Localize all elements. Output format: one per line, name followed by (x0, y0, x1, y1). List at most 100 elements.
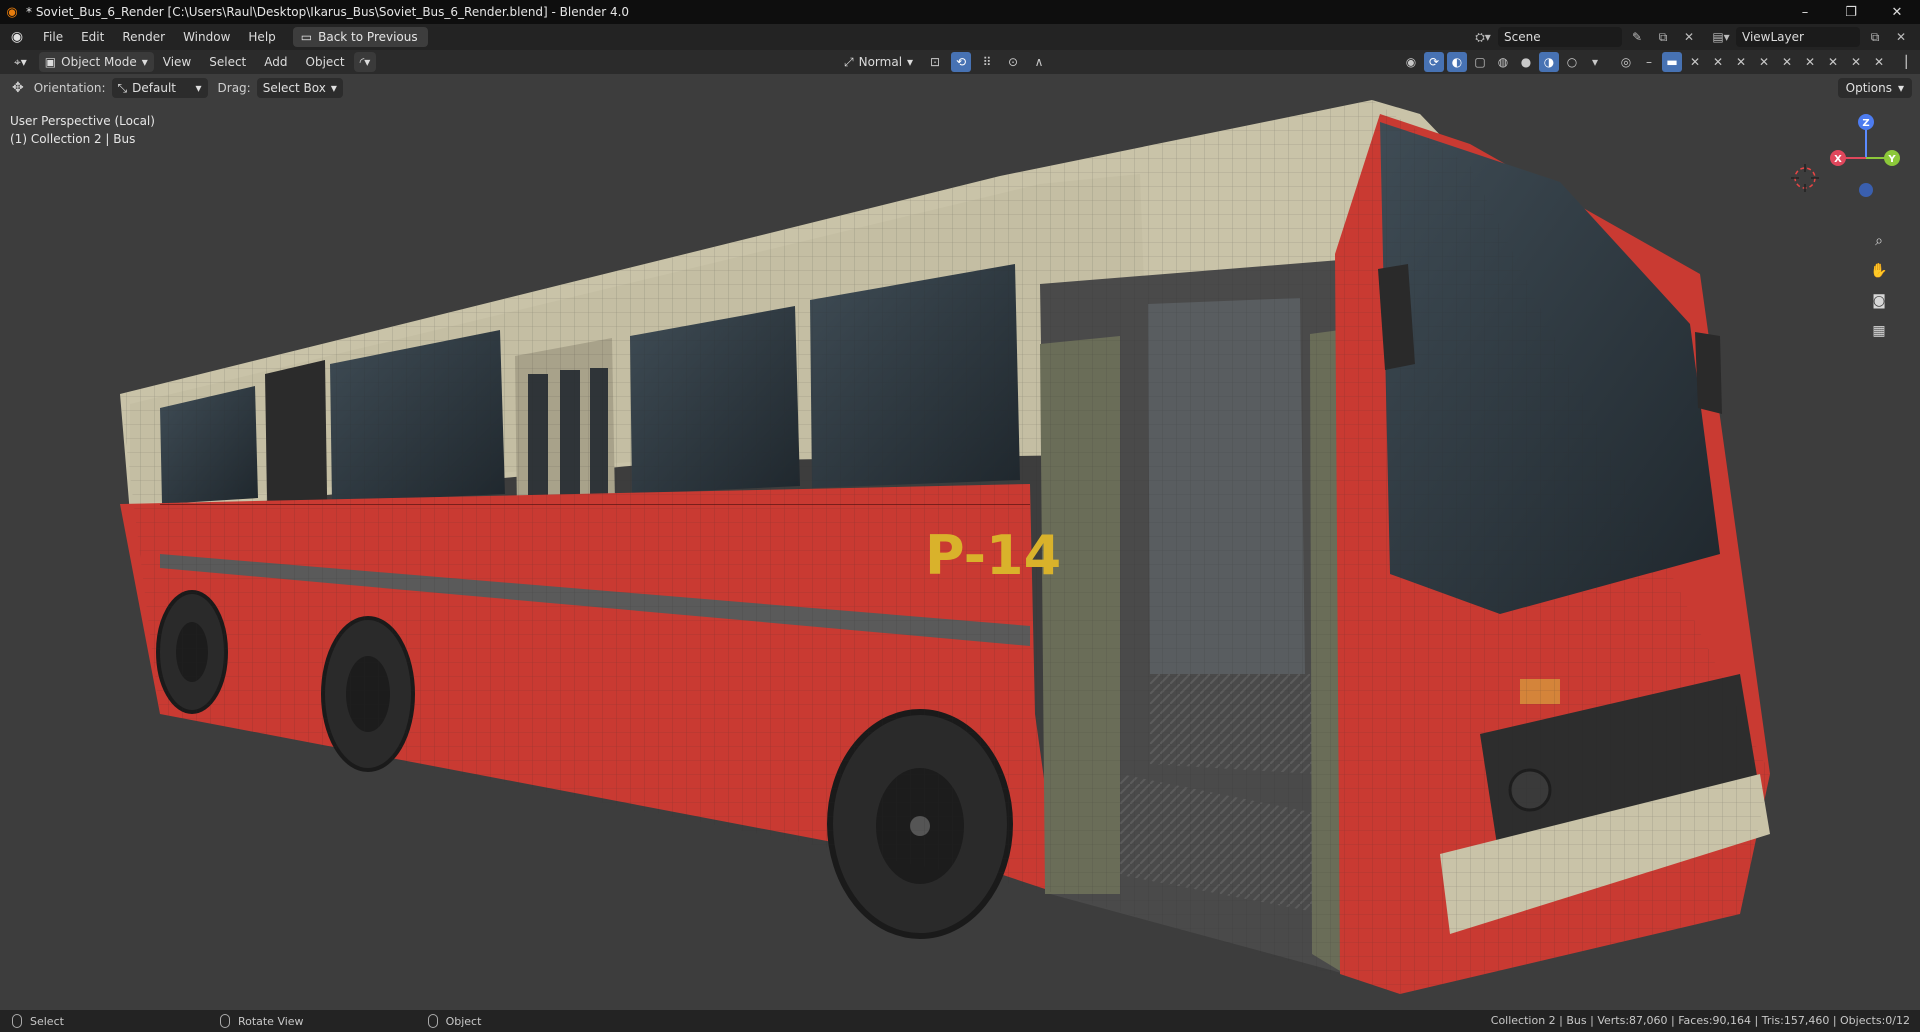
back-to-previous-button[interactable]: ▭ Back to Previous (292, 27, 428, 47)
chevron-down-icon: ▾ (141, 55, 148, 69)
viewport-info-overlay: User Perspective (Local) (1) Collection … (10, 112, 155, 148)
object-mode-dropdown[interactable]: ▣ Object Mode ▾ (38, 52, 154, 72)
pan-hand-icon[interactable]: ✋ (1866, 258, 1892, 284)
orientation-label: Orientation: (33, 81, 106, 95)
drag-label: Drag: (217, 81, 251, 95)
object-mode-icon: ▣ (44, 55, 57, 69)
x-axis-icon[interactable]: ✕ (1685, 52, 1705, 72)
shading-options-icon[interactable]: ▾ (1585, 52, 1605, 72)
menu-add[interactable]: Add (255, 55, 296, 69)
editor-type-dropdown[interactable]: ⌖▾ (8, 52, 33, 72)
blender-menu-icon[interactable]: ◉ (0, 29, 34, 45)
material-shading-icon[interactable]: ◑ (1539, 52, 1559, 72)
3d-cursor-icon (1791, 164, 1819, 192)
view-layer-text: ViewLayer (1742, 30, 1804, 44)
menu-window[interactable]: Window (174, 24, 239, 50)
mouse-left-icon (12, 1014, 22, 1028)
overlay-toggle-icon[interactable]: ◐ (1447, 52, 1467, 72)
drag-value: Select Box (262, 81, 326, 95)
status-select-label: Select (30, 1014, 64, 1028)
axis-lock-icon[interactable]: ▬ (1662, 52, 1682, 72)
menu-help[interactable]: Help (239, 24, 284, 50)
maximize-button[interactable]: ❐ (1828, 0, 1874, 24)
transform-orientation-dropdown[interactable]: ⤢ Normal ▾ (838, 52, 919, 72)
y-axis-icon[interactable]: ✕ (1731, 52, 1751, 72)
pivot-icon[interactable]: ⊡ (925, 52, 945, 72)
tool-settings-header: ✥ Orientation: ⤡ Default ▾ Drag: Select … (0, 76, 1920, 100)
3d-viewport[interactable]: P-14 User Perspective (Local) (1) Collec… (0, 74, 1920, 1010)
viewport-display-controls: ◉ ⟳ ◐ ▢ ◍ ● ◑ ○ ▾ ◎ – ▬ ✕ ✕ ✕ ✕ ✕ ✕ ✕ ✕ … (1401, 52, 1912, 72)
mirror-x-icon[interactable]: ✕ (1823, 52, 1843, 72)
status-object-label: Object (445, 1014, 482, 1028)
transform-orientation-label: Normal (858, 55, 903, 69)
snap-icon[interactable]: ⟲ (951, 52, 972, 72)
orientation-value: Default (132, 81, 176, 95)
status-rotate-label: Rotate View (237, 1014, 304, 1028)
gizmo-x-label: X (1834, 154, 1842, 165)
chevron-down-icon: ▾ (907, 55, 914, 69)
xray-icon[interactable]: ▢ (1470, 52, 1490, 72)
window-controls: – ❐ ✕ (1782, 0, 1920, 24)
drag-dropdown[interactable]: Select Box ▾ (256, 78, 343, 98)
menu-render[interactable]: Render (113, 24, 174, 50)
hide-eye-icon[interactable]: ◎ (1616, 52, 1636, 72)
view-layer-icon[interactable]: ▤▾ (1710, 27, 1732, 47)
orientation-dropdown[interactable]: ⤡ Default ▾ (111, 78, 208, 98)
options-dropdown[interactable]: Options ▾ (1837, 78, 1912, 98)
minimize-view-icon[interactable]: – (1639, 52, 1659, 72)
object-mode-label: Object Mode (61, 55, 137, 69)
perspective-text: User Perspective (Local) (10, 114, 155, 128)
mirror-z-icon[interactable]: ✕ (1869, 52, 1889, 72)
visibility-eye-icon[interactable]: ◉ (1401, 52, 1421, 72)
delete-view-layer-icon[interactable]: ✕ (1890, 27, 1912, 47)
camera-icon[interactable]: ◙ (1866, 288, 1892, 314)
z-axis-icon[interactable]: ✕ (1777, 52, 1797, 72)
gpencil-dropdown[interactable]: ◜▾ (353, 52, 377, 72)
status-object: Object (427, 1014, 482, 1028)
collection-info-text: (1) Collection 2 | Bus (10, 132, 136, 146)
z-axis-icon-2[interactable]: ✕ (1800, 52, 1820, 72)
chevron-down-icon: ▾ (1897, 81, 1904, 95)
sidebar-toggle-icon[interactable]: ▕ (1892, 52, 1912, 72)
grid-perspective-icon[interactable]: ▦ (1866, 318, 1892, 344)
x-axis-icon-2[interactable]: ✕ (1708, 52, 1728, 72)
snap-target-icon[interactable]: ⠿ (977, 52, 997, 72)
chevron-down-icon: ▾ (330, 81, 337, 95)
mirror-y-icon[interactable]: ✕ (1846, 52, 1866, 72)
orientation-default-icon: ⤡ (117, 80, 128, 95)
scene-name-field[interactable]: Scene (1498, 27, 1622, 47)
delete-scene-icon[interactable]: ✕ (1678, 27, 1700, 47)
move-tool-icon[interactable]: ✥ (12, 80, 24, 96)
menu-file[interactable]: File (34, 24, 72, 50)
minimize-button[interactable]: – (1782, 0, 1828, 24)
axis-gizmo[interactable]: Z X Y (1826, 108, 1906, 208)
rendered-shading-icon[interactable]: ○ (1562, 52, 1582, 72)
top-menu-bar: ◉ File Edit Render Window Help ▭ Back to… (0, 24, 1920, 50)
scene-statistics: Collection 2 | Bus | Verts:87,060 | Face… (1490, 1014, 1910, 1027)
gizmo-toggle-icon[interactable]: ⟳ (1424, 52, 1444, 72)
gizmo-y-label: Y (1887, 154, 1896, 165)
proportional-edit-icon[interactable]: ⊙ (1003, 52, 1023, 72)
chevron-down-icon: ▾ (195, 81, 202, 95)
options-label: Options (1845, 81, 1892, 95)
menu-object[interactable]: Object (297, 55, 354, 69)
menu-view[interactable]: View (154, 55, 200, 69)
window-title: * Soviet_Bus_6_Render [C:\Users\Raul\Des… (26, 5, 630, 19)
navigation-gizmo[interactable]: Z X Y ⌕ ✋ ◙ ▦ (1826, 108, 1906, 368)
new-view-layer-icon[interactable]: ⧉ (1864, 27, 1886, 47)
view-layer-field[interactable]: ViewLayer (1736, 27, 1860, 47)
close-button[interactable]: ✕ (1874, 0, 1920, 24)
falloff-icon[interactable]: ∧ (1029, 52, 1049, 72)
y-axis-icon-2[interactable]: ✕ (1754, 52, 1774, 72)
scene-type-icon[interactable]: ⛭▾ (1472, 27, 1494, 47)
menu-edit[interactable]: Edit (72, 24, 113, 50)
pin-icon[interactable]: ✎ (1626, 27, 1648, 47)
solid-shading-icon[interactable]: ● (1516, 52, 1536, 72)
wireframe-shading-icon[interactable]: ◍ (1493, 52, 1513, 72)
new-scene-icon[interactable]: ⧉ (1652, 27, 1674, 47)
blender-logo-icon: ◉ (6, 4, 18, 20)
zoom-icon[interactable]: ⌕ (1866, 228, 1892, 254)
menu-select[interactable]: Select (200, 55, 255, 69)
scene-name-text: Scene (1504, 30, 1541, 44)
mouse-middle-icon (219, 1014, 230, 1028)
